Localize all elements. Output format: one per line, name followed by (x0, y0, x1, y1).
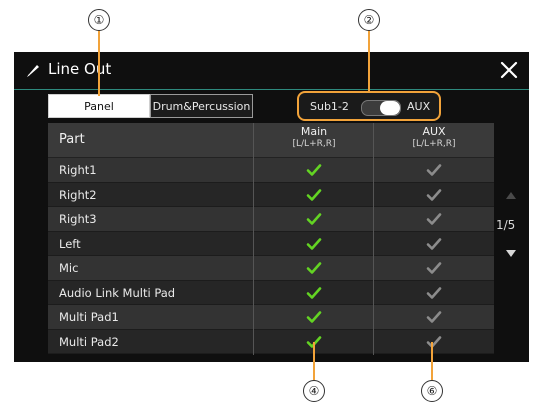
tab-panel[interactable]: Panel (48, 94, 150, 118)
table-row[interactable]: Right3 (48, 207, 494, 232)
output-switch-group: Sub1-2 AUX (297, 91, 441, 121)
part-label: Right3 (59, 212, 97, 226)
page-indicator: 1/5 (496, 218, 516, 232)
part-label: Left (59, 236, 81, 251)
header-main-title: Main (300, 125, 328, 138)
aux-check-icon[interactable] (426, 260, 442, 276)
main-check-icon[interactable] (306, 285, 322, 301)
close-icon[interactable] (497, 58, 521, 82)
main-check-icon[interactable] (306, 309, 322, 325)
callout-leader-1 (98, 30, 100, 96)
aux-check-icon[interactable] (426, 334, 442, 350)
part-label: Multi Pad2 (59, 334, 119, 349)
aux-check-icon[interactable] (426, 236, 442, 252)
main-check-icon[interactable] (306, 236, 322, 252)
part-label: Audio Link Multi Pad (59, 285, 176, 300)
table-header: Part Main [L/L+R,R] AUX [L/L+R,R] (48, 123, 494, 158)
header-main-subtitle: [L/L+R,R] (292, 139, 336, 149)
switch-label-aux: AUX (407, 100, 431, 113)
output-toggle[interactable] (361, 100, 401, 116)
part-label: Right2 (59, 187, 97, 202)
line-out-screen: Line Out Panel Drum&Percussion Sub1-2 AU… (14, 52, 529, 362)
callout-leader-2 (368, 30, 370, 92)
table-row[interactable]: Multi Pad2 (48, 329, 494, 354)
callout-leader-4 (313, 342, 315, 382)
pen-icon (27, 65, 39, 77)
callout-4: ④ (303, 380, 325, 402)
table-row[interactable]: Audio Link Multi Pad (48, 280, 494, 305)
tab-bar: Panel Drum&Percussion (48, 94, 253, 118)
header-part: Part (59, 132, 85, 147)
window-title: Line Out (48, 60, 112, 78)
header-aux: AUX [L/L+R,R] (374, 125, 494, 149)
page-up-icon[interactable] (506, 192, 516, 199)
table-row[interactable]: Mic (48, 256, 494, 281)
switch-label-sub: Sub1-2 (310, 100, 349, 113)
page-down-icon[interactable] (506, 250, 516, 257)
aux-check-icon[interactable] (426, 285, 442, 301)
title-bar: Line Out (14, 52, 529, 90)
callout-2: ② (358, 9, 380, 31)
aux-check-icon[interactable] (426, 309, 442, 325)
tab-drum-percussion[interactable]: Drum&Percussion (150, 94, 253, 118)
part-label: Mic (59, 261, 79, 275)
callout-leader-6 (431, 342, 433, 382)
aux-check-icon[interactable] (426, 162, 442, 178)
main-check-icon[interactable] (306, 187, 322, 203)
part-label: Right1 (59, 163, 97, 177)
main-check-icon[interactable] (306, 260, 322, 276)
table-row[interactable]: Left (48, 231, 494, 256)
callout-1: ① (88, 9, 110, 31)
table-body: Right1 Right2 Right3 Left Mic Audio Link Mult… (48, 158, 494, 354)
main-check-icon[interactable] (306, 211, 322, 227)
toggle-knob (380, 101, 400, 115)
title-divider (14, 89, 529, 90)
part-label: Multi Pad1 (59, 310, 119, 324)
aux-check-icon[interactable] (426, 187, 442, 203)
aux-check-icon[interactable] (426, 211, 442, 227)
table-row[interactable]: Right1 (48, 158, 494, 183)
column-divider-aux (373, 123, 374, 355)
header-main: Main [L/L+R,R] (254, 125, 374, 149)
table-row[interactable]: Right2 (48, 182, 494, 207)
header-aux-subtitle: [L/L+R,R] (412, 139, 456, 149)
header-aux-title: AUX (422, 125, 446, 138)
callout-6: ⑥ (421, 380, 443, 402)
main-check-icon[interactable] (306, 162, 322, 178)
column-divider-main (253, 123, 254, 355)
parts-table: Part Main [L/L+R,R] AUX [L/L+R,R] Right1… (48, 123, 494, 355)
table-row[interactable]: Multi Pad1 (48, 305, 494, 330)
